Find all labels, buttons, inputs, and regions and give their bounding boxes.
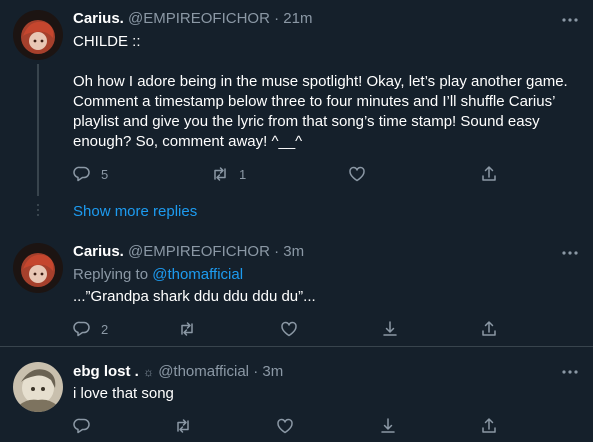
avatar[interactable]: [13, 243, 63, 293]
reply-button[interactable]: [73, 415, 91, 437]
timestamp[interactable]: 21m: [283, 10, 312, 27]
retweet-button[interactable]: 1: [211, 163, 246, 185]
handle[interactable]: @EMPIREOFICHOR: [128, 10, 270, 27]
tweet-actions: 2: [73, 318, 513, 340]
divider: [0, 346, 593, 347]
share-icon: [482, 321, 496, 336]
handle[interactable]: @thomafficial: [158, 363, 249, 380]
tweet-actions: [73, 415, 513, 437]
display-name[interactable]: Carius.: [73, 243, 124, 260]
separator: ·: [274, 10, 280, 27]
tweet-text: CHILDE :: Oh how I adore being in the mu…: [73, 33, 568, 150]
display-name[interactable]: Carius.: [73, 10, 124, 27]
retweet-button[interactable]: [174, 415, 192, 437]
tweet-actions: 5 1: [73, 163, 513, 185]
reply-icon: [73, 321, 90, 337]
tweet-3[interactable]: ebg lost . ☼ @thomafficial · 3m i love t…: [0, 352, 593, 442]
share-button[interactable]: [480, 415, 498, 437]
separator: ·: [253, 363, 259, 380]
timestamp[interactable]: 3m: [262, 363, 283, 380]
reply-icon: [73, 418, 90, 434]
retweet-count: 1: [239, 166, 247, 182]
like-button[interactable]: [276, 415, 294, 437]
replying-label: Replying to: [73, 266, 149, 283]
like-button[interactable]: [280, 318, 298, 340]
tweet-text: ...”Grandpa shark ddu ddu ddu du”...: [73, 288, 316, 305]
download-icon: [383, 321, 397, 336]
more-icon[interactable]: [561, 244, 579, 262]
download-button[interactable]: [381, 318, 399, 340]
reply-count: 5: [101, 166, 109, 182]
retweet-icon: [181, 322, 193, 336]
reply-button[interactable]: 2: [73, 318, 108, 340]
reply-count: 2: [101, 321, 109, 337]
name-badge: ☼: [143, 365, 155, 379]
replying-to: Replying to @thomafficial: [73, 265, 243, 285]
separator: ·: [274, 243, 280, 260]
retweet-icon: [177, 419, 189, 433]
tweet-1[interactable]: Carius. @EMPIREOFICHOR · 21m CHILDE :: O…: [0, 0, 593, 200]
tweet-header: Carius. @EMPIREOFICHOR · 3m: [73, 242, 304, 262]
handle[interactable]: @EMPIREOFICHOR: [128, 243, 270, 260]
more-icon[interactable]: [561, 11, 579, 29]
tweet-2[interactable]: Carius. @EMPIREOFICHOR · 3m Replying to …: [0, 233, 593, 346]
tweet-header: ebg lost . ☼ @thomafficial · 3m: [73, 362, 283, 382]
download-button[interactable]: [379, 415, 397, 437]
like-icon: [277, 418, 293, 434]
display-name[interactable]: ebg lost .: [73, 363, 139, 380]
thread-line: [37, 64, 39, 196]
retweet-button[interactable]: [178, 318, 196, 340]
share-button[interactable]: [480, 318, 498, 340]
retweet-icon: [214, 167, 226, 181]
timestamp[interactable]: 3m: [283, 243, 304, 260]
share-icon: [482, 418, 496, 433]
avatar[interactable]: [13, 362, 63, 412]
reply-button[interactable]: 5: [73, 163, 108, 185]
share-button[interactable]: [480, 163, 498, 185]
share-icon: [482, 166, 496, 181]
avatar[interactable]: [13, 10, 63, 60]
download-icon: [381, 418, 395, 433]
like-button[interactable]: [348, 163, 366, 185]
thread-dots: [37, 204, 39, 219]
replying-to-handle[interactable]: @thomafficial: [152, 266, 243, 283]
tweet-text: i love that song: [73, 385, 174, 402]
reply-icon: [73, 166, 90, 182]
tweet-header: Carius. @EMPIREOFICHOR · 21m: [73, 9, 312, 29]
more-icon[interactable]: [561, 363, 579, 381]
like-icon: [281, 321, 297, 337]
like-icon: [349, 166, 365, 182]
show-more-replies-link[interactable]: Show more replies: [73, 203, 197, 220]
